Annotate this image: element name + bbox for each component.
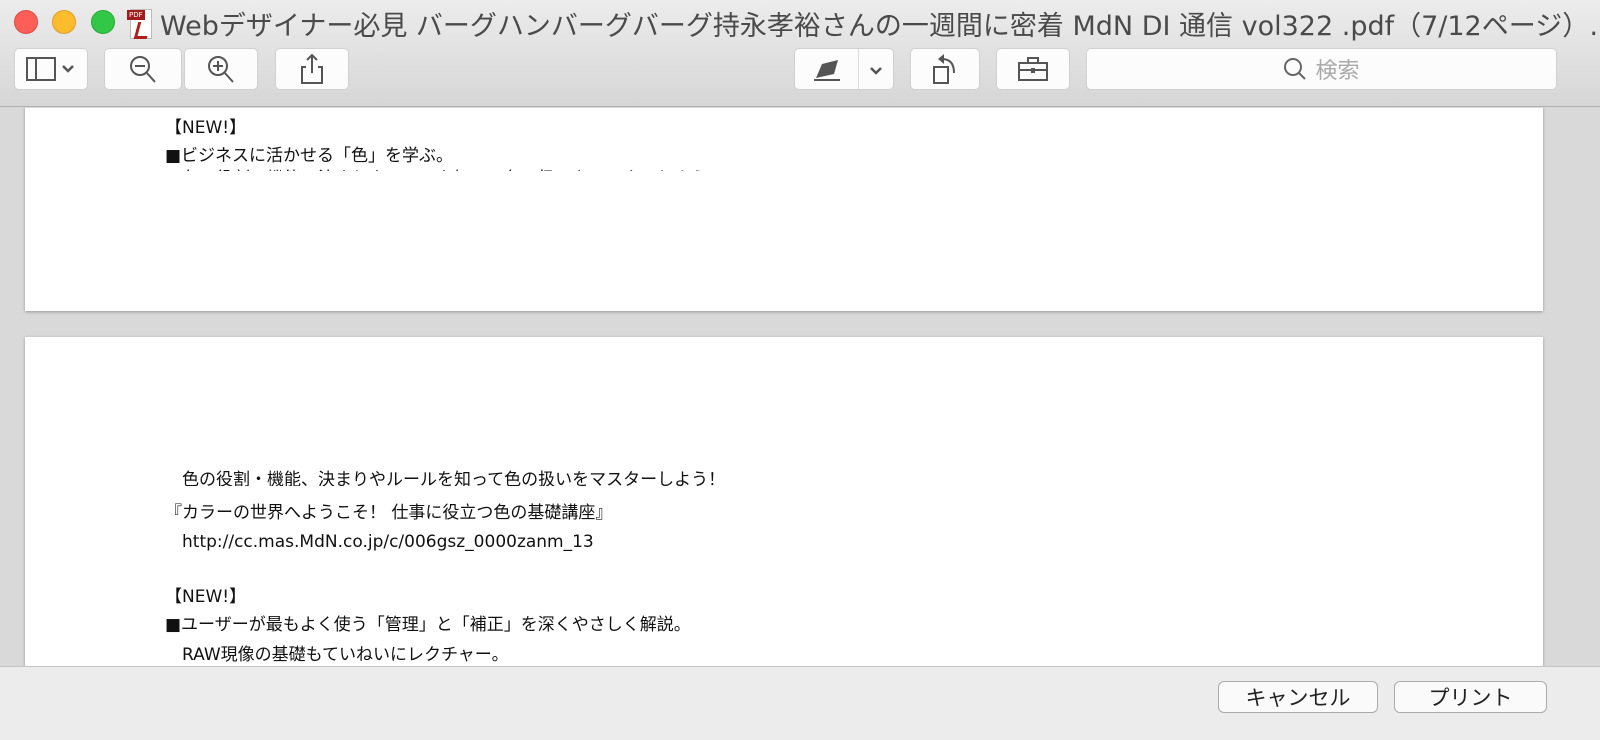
document-view[interactable]: 【NEW!】 ■ビジネスに活かせる「色」を学ぶ。 色の役割・機能、決まりやルール… [0,108,1600,666]
pen-icon [795,49,859,89]
page-text-line: ■ビジネスに活かせる「色」を学ぶ。 [165,146,454,166]
cancel-button[interactable]: キャンセル [1218,681,1378,713]
share-icon [301,53,323,84]
page-text-line: 色の役割・機能、決まりやルールを知って色の扱いをマスターしよう！ [165,470,725,486]
pdf-page-7: 色の役割・機能、決まりやルールを知って色の扱いをマスターしよう！ 『カラーの世界… [25,337,1543,666]
toolbox-button[interactable] [996,48,1070,90]
sidebar-toggle-button[interactable] [14,48,88,90]
zoom-in-icon [208,56,234,83]
rotate-button[interactable] [910,48,980,90]
print-button[interactable]: プリント [1394,681,1547,713]
window-title: Webデザイナー必見 バーグハンバーグバーグ持永孝裕さんの一週間に密着 MdN … [127,4,1600,43]
rotate-icon [933,54,955,84]
search-input[interactable]: 検索 [1086,48,1557,90]
close-button[interactable] [14,10,38,34]
search-placeholder: 検索 [1315,59,1360,84]
zoom-button[interactable] [91,10,115,34]
page-text-line: ■ユーザーが最もよく使う「管理」と「補正」を深くやさしく解説。 [165,615,691,635]
page-text-line: 色の役割・機能、決まりやルールを知って色の扱いをマスターしよう！ [165,164,725,171]
markup-button[interactable] [794,48,894,90]
page-link-url[interactable]: http://cc.mas.MdN.co.jp/c/006gsz_0000zan… [165,527,594,552]
page-text-line: 【NEW!】 [165,118,247,138]
page-text-clipped: 色の役割・機能、決まりやルールを知って色の扱いをマスターしよう！ [165,470,726,486]
sidebar-icon [26,57,74,81]
chevron-down-icon[interactable] [859,57,893,82]
print-dialog-footer: キャンセル プリント [0,666,1600,740]
window-titlebar: Webデザイナー必見 バーグハンバーグバーグ持永孝裕さんの一週間に密着 MdN … [0,0,1600,107]
zoom-out-button[interactable] [104,48,182,90]
minimize-button[interactable] [52,10,76,34]
pdf-file-icon [127,8,152,39]
search-icon [1284,58,1307,80]
page-text-line: 『カラーの世界へようこそ！ 仕事に役立つ色の基礎講座』 [165,503,613,523]
title-text: Webデザイナー必見 バーグハンバーグバーグ持永孝裕さんの一週間に密着 MdN … [160,11,1600,42]
pdf-page-6: 【NEW!】 ■ビジネスに活かせる「色」を学ぶ。 色の役割・機能、決まりやルール… [25,108,1543,311]
toolbox-icon [1018,57,1048,81]
page-text-line: RAW現像の基礎もていねいにレクチャー。 [165,645,509,665]
page-text-line: 【NEW!】 [165,587,247,607]
zoom-in-button[interactable] [184,48,258,90]
share-button[interactable] [275,48,349,90]
zoom-out-icon [130,56,156,83]
